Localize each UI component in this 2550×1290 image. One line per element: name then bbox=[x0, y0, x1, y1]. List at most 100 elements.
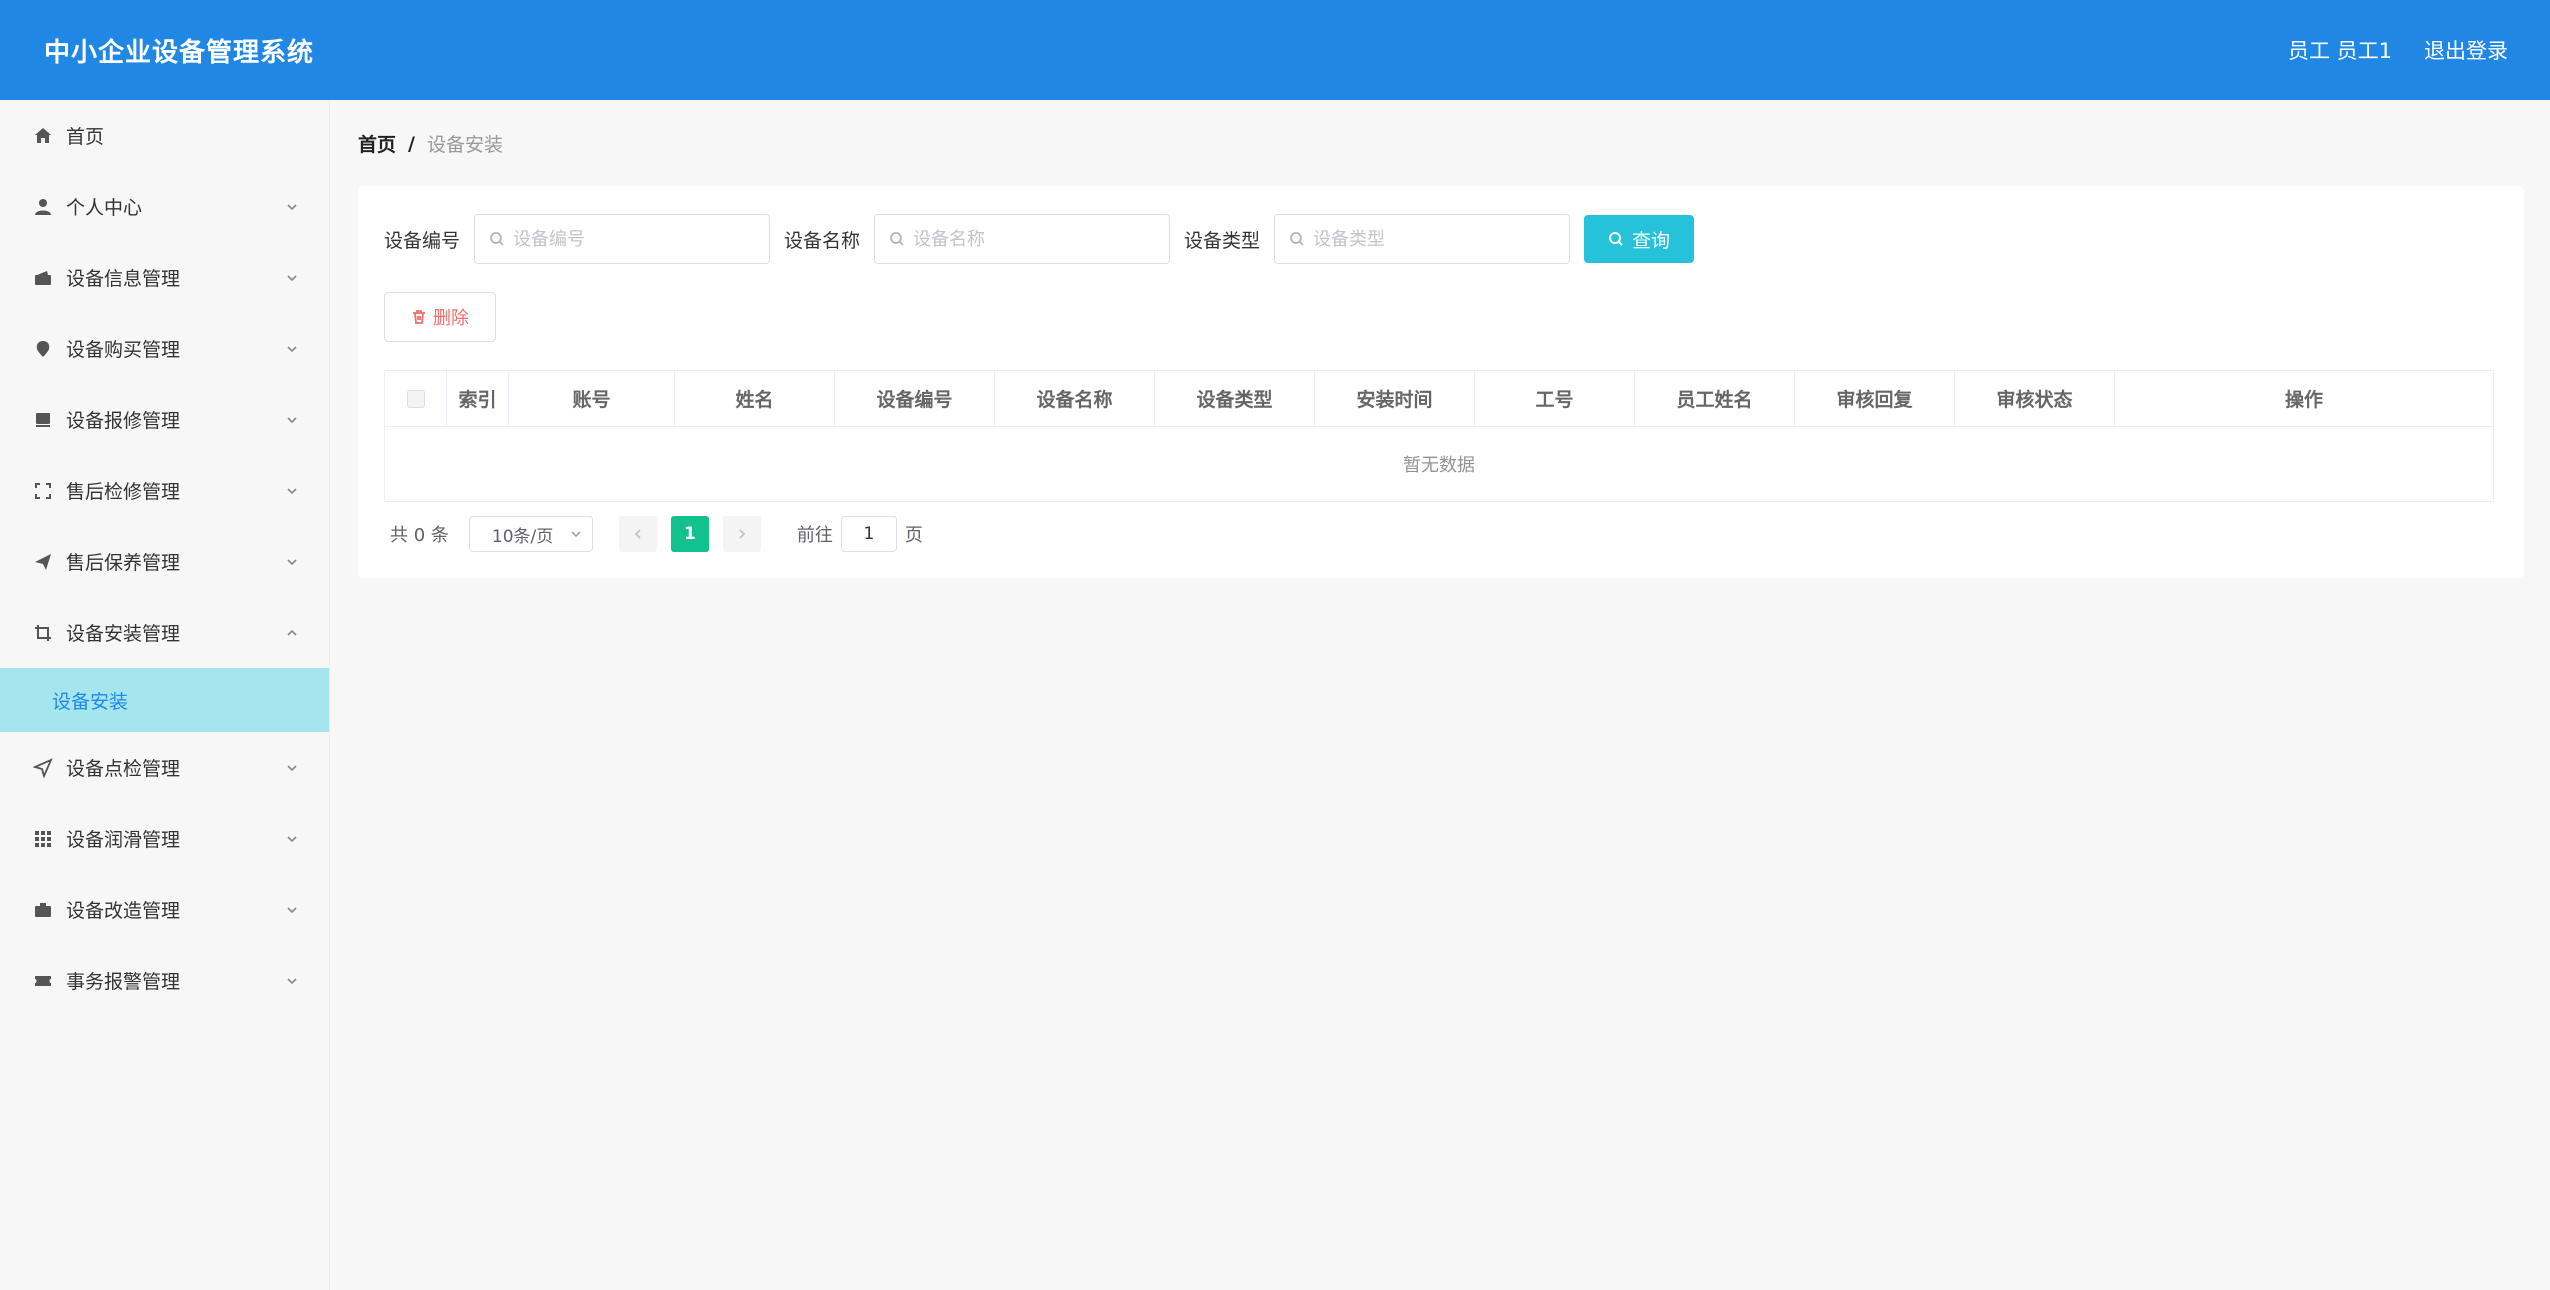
sidebar-item-equipment-purchase[interactable]: 设备购买管理 bbox=[0, 313, 329, 384]
page-size-value: 10条/页 bbox=[491, 526, 554, 547]
equipment-name-label: 设备名称 bbox=[784, 229, 861, 252]
chevron-right-icon bbox=[739, 529, 746, 539]
data-table: 索引 账号 姓名 设备编号 设备名称 设备类型 安装时间 工号 员工姓名 审核回… bbox=[384, 370, 2494, 502]
column-header-actions: 操作 bbox=[2284, 389, 2323, 411]
chevron-down-icon bbox=[285, 832, 299, 846]
search-icon bbox=[1609, 232, 1623, 246]
sidebar-item-label: 售后保养管理 bbox=[66, 552, 181, 574]
chevron-down-icon bbox=[285, 555, 299, 569]
notebook-icon bbox=[32, 409, 54, 431]
search-icon bbox=[1290, 232, 1304, 246]
delete-button[interactable]: 删除 bbox=[384, 292, 496, 342]
query-button-label: 查询 bbox=[1632, 229, 1671, 252]
prev-page-button[interactable] bbox=[618, 516, 657, 552]
grid-icon bbox=[32, 828, 54, 850]
column-header-review-reply[interactable]: 审核回复 bbox=[1795, 371, 1955, 426]
sidebar-item-label: 售后检修管理 bbox=[66, 481, 181, 503]
delete-button-label: 删除 bbox=[433, 308, 469, 329]
sidebar-item-label: 设备润滑管理 bbox=[66, 829, 181, 851]
sidebar-item-equipment-info[interactable]: 设备信息管理 bbox=[0, 242, 329, 313]
column-header-equipment-number[interactable]: 设备编号 bbox=[835, 371, 995, 426]
chevron-down-icon bbox=[285, 200, 299, 214]
sidebar-item-label: 设备安装管理 bbox=[66, 623, 181, 645]
search-form: 设备编号 设备名称 设备类型 查询 bbox=[384, 214, 1695, 264]
search-icon bbox=[490, 232, 504, 246]
sidebar-item-installation[interactable]: 设备安装管理 bbox=[0, 597, 329, 668]
column-header-index[interactable]: 索引 bbox=[447, 371, 509, 426]
page-size-select[interactable]: 10条/页 bbox=[468, 516, 593, 552]
column-header-review-status[interactable]: 审核状态 bbox=[1955, 371, 2115, 426]
home-icon bbox=[32, 125, 54, 147]
equipment-type-input[interactable] bbox=[1313, 228, 1570, 250]
chevron-down-icon bbox=[285, 484, 299, 498]
app-title: 中小企业设备管理系统 bbox=[44, 37, 315, 68]
chevron-down-icon bbox=[285, 761, 299, 775]
briefcase-icon bbox=[32, 899, 54, 921]
goto-suffix: 页 bbox=[904, 525, 923, 546]
goto-label: 前往 bbox=[796, 525, 833, 546]
sidebar-item-after-sales-repair[interactable]: 售后检修管理 bbox=[0, 455, 329, 526]
column-header-install-time[interactable]: 安装时间 bbox=[1315, 371, 1475, 426]
query-button[interactable]: 查询 bbox=[1584, 215, 1695, 263]
sidebar-item-personal-center[interactable]: 个人中心 bbox=[0, 171, 329, 242]
sidebar-item-repair-request[interactable]: 设备报修管理 bbox=[0, 384, 329, 455]
user-icon bbox=[32, 196, 54, 218]
location-pin-icon bbox=[32, 338, 54, 360]
equipment-name-input[interactable] bbox=[913, 228, 1170, 250]
sidebar-item-label: 设备信息管理 bbox=[66, 268, 181, 290]
select-all-cell bbox=[385, 371, 447, 426]
table-header: 索引 账号 姓名 设备编号 设备名称 设备类型 安装时间 工号 员工姓名 审核回… bbox=[385, 371, 2493, 427]
chevron-down-icon bbox=[285, 342, 299, 356]
page-number-current[interactable]: 1 bbox=[670, 516, 709, 552]
pagination-total: 共 0 条 bbox=[390, 525, 449, 546]
sidebar-item-label: 设备报修管理 bbox=[66, 410, 181, 432]
column-header-name[interactable]: 姓名 bbox=[675, 371, 835, 426]
pagination: 共 0 条 10条/页 1 前往 页 bbox=[390, 516, 923, 552]
trash-icon bbox=[413, 310, 425, 324]
column-header-equipment-type[interactable]: 设备类型 bbox=[1155, 371, 1315, 426]
breadcrumb-separator: / bbox=[408, 132, 415, 155]
send-icon bbox=[32, 551, 54, 573]
equipment-number-input[interactable] bbox=[513, 228, 770, 250]
select-all-checkbox[interactable] bbox=[406, 389, 425, 408]
sidebar-item-label: 设备购买管理 bbox=[66, 339, 181, 361]
chevron-down-icon bbox=[285, 974, 299, 988]
sidebar-item-alarm[interactable]: 事务报警管理 bbox=[0, 945, 329, 1016]
sidebar-item-spot-check[interactable]: 设备点检管理 bbox=[0, 732, 329, 803]
sidebar-item-label: 个人中心 bbox=[66, 197, 143, 219]
breadcrumb-current: 设备安装 bbox=[426, 134, 503, 156]
current-user-label: 员工 员工1 bbox=[2287, 39, 2392, 63]
column-header-account[interactable]: 账号 bbox=[509, 371, 675, 426]
breadcrumb-home[interactable]: 首页 bbox=[358, 130, 396, 157]
goto-page-input[interactable] bbox=[840, 516, 897, 552]
next-page-button[interactable] bbox=[722, 516, 761, 552]
equipment-number-field bbox=[474, 214, 771, 264]
breadcrumb: 首页 / 设备安装 bbox=[358, 130, 503, 157]
equipment-type-label: 设备类型 bbox=[1184, 229, 1261, 252]
full-screen-icon bbox=[32, 480, 54, 502]
sidebar-item-lubrication[interactable]: 设备润滑管理 bbox=[0, 803, 329, 874]
content-card: 设备编号 设备名称 设备类型 查询 删除 索引 账号 bbox=[358, 186, 2524, 578]
column-header-employee-id[interactable]: 工号 bbox=[1475, 371, 1635, 426]
wallet-icon bbox=[32, 267, 54, 289]
sidebar-item-label: 设备点检管理 bbox=[66, 758, 181, 780]
equipment-name-field bbox=[874, 214, 1171, 264]
chevron-up-icon bbox=[285, 626, 299, 640]
chevron-left-icon bbox=[634, 529, 641, 539]
column-header-employee-name[interactable]: 员工姓名 bbox=[1635, 371, 1795, 426]
header-user-area: 员工 员工1 退出登录 bbox=[2288, 35, 2508, 65]
sidebar-subitem-installation[interactable]: 设备安装 bbox=[0, 668, 329, 732]
table-empty-text: 暂无数据 bbox=[1403, 455, 1475, 476]
chevron-down-icon bbox=[285, 271, 299, 285]
sidebar-menu: 首页 个人中心 设备信息管理 设备购买管理 设备报修管理 售后检修管理 售后保养… bbox=[0, 100, 330, 1290]
column-header-equipment-name[interactable]: 设备名称 bbox=[995, 371, 1155, 426]
chevron-down-icon bbox=[285, 903, 299, 917]
crop-icon bbox=[32, 622, 54, 644]
top-header: 中小企业设备管理系统 员工 员工1 退出登录 bbox=[0, 0, 2550, 100]
sidebar-item-after-sales-maintenance[interactable]: 售后保养管理 bbox=[0, 526, 329, 597]
logout-link[interactable]: 退出登录 bbox=[2424, 35, 2508, 65]
sidebar-item-label: 首页 bbox=[66, 126, 105, 148]
sidebar-item-home[interactable]: 首页 bbox=[0, 100, 329, 171]
sidebar-item-retrofit[interactable]: 设备改造管理 bbox=[0, 874, 329, 945]
equipment-type-field bbox=[1274, 214, 1571, 264]
